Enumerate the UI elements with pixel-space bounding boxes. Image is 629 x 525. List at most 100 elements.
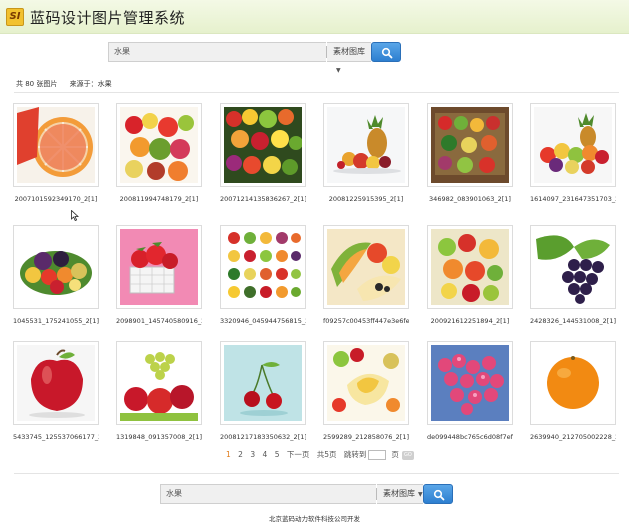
grapefruit-image (17, 107, 95, 183)
search-icon (433, 489, 445, 501)
search-bar-top: 水果 素材图库 ▼ (108, 42, 402, 74)
item-caption: f09257c00453ff447e3e6fed[1] (323, 317, 409, 325)
grid-item[interactable]: f09257c00453ff447e3e6fed[1] (323, 225, 409, 325)
grid-item[interactable]: 200921612251894_2[1] (427, 225, 513, 325)
grid-item[interactable]: 1614097_231647351703_2[1] (530, 103, 616, 203)
thumbnail[interactable] (116, 341, 202, 425)
thumbnail[interactable] (220, 341, 306, 425)
grid-item[interactable]: de099448bc765c6d08f7ef2b (427, 341, 513, 441)
item-caption: 2639940_212705002228_2[1] (530, 433, 616, 441)
item-caption: 1614097_231647351703_2[1] (530, 195, 616, 203)
papaya-slices-image (327, 229, 405, 305)
search-input-top[interactable]: 水果 (108, 42, 326, 62)
item-caption: 200921612251894_2[1] (430, 317, 510, 325)
item-caption: 346982_083901063_2[1] (429, 195, 511, 203)
fruit-collage-image (224, 229, 302, 305)
grid-item[interactable]: 20081217183350632_2[1] (220, 341, 306, 441)
mouse-cursor-icon (71, 210, 79, 221)
category-select-bottom[interactable]: 素材图库 ▼ (377, 484, 423, 504)
item-caption: 1319848_091357008_2[1] (116, 433, 202, 441)
grid-item[interactable]: 3320946_045944756815_2[1] (220, 225, 306, 325)
grid-item[interactable]: 346982_083901063_2[1] (427, 103, 513, 203)
divider (14, 92, 619, 93)
item-caption: 3320946_045944756815_2[1] (220, 317, 306, 325)
fruit-salad-image (431, 229, 509, 305)
page-link[interactable]: 2 (238, 450, 243, 459)
item-caption: 200811994748179_2[1] (119, 195, 199, 203)
chevron-down-icon: ▼ (418, 491, 423, 498)
fruit-market-image (224, 107, 302, 183)
grapes-image (534, 229, 612, 305)
fruit-mix-image (120, 107, 198, 183)
app-logo: SI (6, 8, 24, 26)
page-link[interactable]: 4 (263, 450, 268, 459)
thumbnail[interactable] (220, 225, 306, 309)
search-input-bottom[interactable]: 水果 (160, 484, 376, 504)
item-caption: 20081225915395_2[1] (328, 195, 404, 203)
result-source: 来源于：水果 (69, 80, 112, 88)
header-bar: SI 蓝码设计图片管理系统 (0, 0, 629, 34)
thumbnail[interactable] (13, 341, 99, 425)
grid-item[interactable]: 2428326_144531008_2[1] (530, 225, 616, 325)
grid-item[interactable]: 2599289_212858076_2[1] (323, 341, 409, 441)
thumbnail[interactable] (116, 225, 202, 309)
go-button[interactable]: GO (401, 450, 414, 460)
grid-item[interactable]: 20081225915395_2[1] (323, 103, 409, 203)
app-title: 蓝码设计图片管理系统 (30, 9, 186, 27)
thumbnail[interactable] (530, 341, 616, 425)
item-caption: 20081217183350632_2[1] (220, 433, 306, 441)
fruit-platter-image (17, 229, 95, 305)
thumbnail[interactable] (220, 103, 306, 187)
page-link-current[interactable]: 1 (226, 450, 231, 459)
grid-item[interactable]: 1045531_175241055_2[1] (13, 225, 99, 325)
search-bar-bottom: 水果 素材图库 ▼ (160, 484, 454, 504)
category-label: 素材图库 (333, 47, 365, 56)
search-button-bottom[interactable] (423, 484, 453, 504)
category-select-top[interactable]: 素材图库 ▼ (327, 42, 371, 74)
thumbnail[interactable] (323, 225, 409, 309)
item-caption: 1045531_175241055_2[1] (13, 317, 99, 325)
thumbnail[interactable] (530, 103, 616, 187)
thumbnail[interactable] (427, 341, 513, 425)
grid-item[interactable]: 2098901_145740580916_2[1] (116, 225, 202, 325)
fruit-pile-image (534, 107, 612, 183)
thumbnail[interactable] (13, 103, 99, 187)
page-jump-input[interactable] (368, 450, 387, 460)
grid-item[interactable]: 2007101592349170_2[1] (13, 103, 99, 203)
footer-text: 北京蓝码动力软件科技公司开发 (269, 515, 360, 523)
apples-grapes-image (120, 345, 198, 421)
thumbnail[interactable] (427, 225, 513, 309)
pineapple-still-life-image (327, 107, 405, 183)
thumbnail[interactable] (530, 225, 616, 309)
red-apple-image (17, 345, 95, 421)
grid-item[interactable]: 2639940_212705002228_2[1] (530, 341, 616, 441)
item-caption: 5433745_125537066177_2[1] (13, 433, 99, 441)
thumbnail[interactable] (427, 103, 513, 187)
next-page-link[interactable]: 下一页 (287, 450, 310, 459)
jump-label: 跳转到 (343, 450, 367, 459)
item-caption: 2007101592349170_2[1] (14, 195, 98, 203)
vegetable-crate-image (431, 107, 509, 183)
fruit-dessert-image (327, 345, 405, 421)
strawberry-basket-image (120, 229, 198, 305)
thumbnail[interactable] (323, 103, 409, 187)
page-total: 共5页 (316, 450, 337, 459)
item-caption: 2098901_145740580916_2[1] (116, 317, 202, 325)
search-button-top[interactable] (371, 42, 401, 62)
item-caption: 2428326_144531008_2[1] (530, 317, 616, 325)
grid-item[interactable]: 1319848_091357008_2[1] (116, 341, 202, 441)
page-link[interactable]: 3 (250, 450, 255, 459)
grid-item[interactable]: 20071214135836267_2[1] (220, 103, 306, 203)
pagination: 1 2 3 4 5 下一页 共5页 跳转到 页 GO (226, 449, 419, 460)
thumbnail[interactable] (13, 225, 99, 309)
search-icon (381, 47, 393, 59)
page-link[interactable]: 5 (275, 450, 280, 459)
thumbnail[interactable] (323, 341, 409, 425)
item-caption: de099448bc765c6d08f7ef2b (427, 433, 513, 441)
cherries-image (224, 345, 302, 421)
grid-item[interactable]: 200811994748179_2[1] (116, 103, 202, 203)
thumbnail[interactable] (116, 103, 202, 187)
grid-item[interactable]: 5433745_125537066177_2[1] (13, 341, 99, 441)
item-caption: 2599289_212858076_2[1] (323, 433, 409, 441)
chevron-down-icon: ▼ (336, 67, 341, 74)
